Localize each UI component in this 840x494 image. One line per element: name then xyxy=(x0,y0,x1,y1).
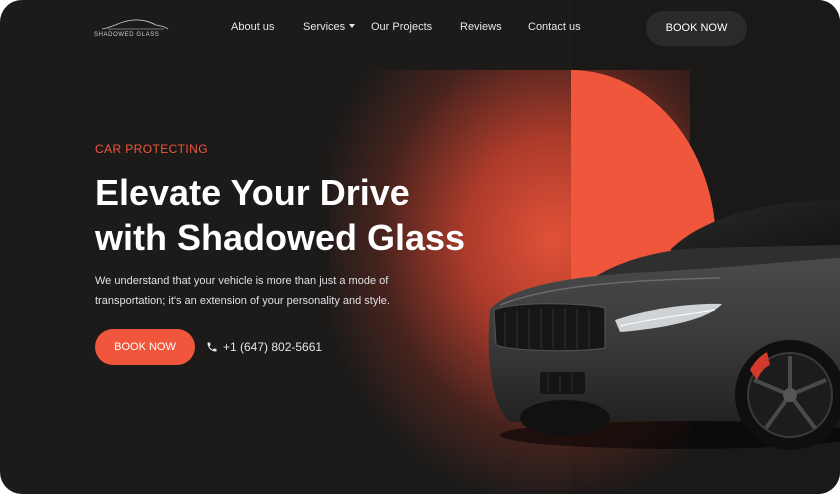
hero-section: SHADOWED GLASS About us Services Our Pro… xyxy=(0,0,840,494)
nav-label: About us xyxy=(231,21,275,33)
hero-description: We understand that your vehicle is more … xyxy=(95,271,435,311)
logo-text: SHADOWED GLASS xyxy=(94,32,160,38)
header-book-now-button[interactable]: BOOK NOW xyxy=(646,11,747,46)
nav-services[interactable]: Services xyxy=(303,21,356,37)
hero-eyebrow: CAR PROTECTING xyxy=(95,142,208,156)
headline-line: Elevate Your Drive xyxy=(95,172,410,213)
logo[interactable]: SHADOWED GLASS xyxy=(94,17,174,43)
nav-label: Reviews xyxy=(460,21,502,33)
headline-line: with Shadowed Glass xyxy=(95,217,466,258)
hero-headline: Elevate Your Drive with Shadowed Glass xyxy=(95,170,525,260)
car-image xyxy=(488,200,840,450)
nav-about-us[interactable]: About us xyxy=(231,21,274,37)
nav-reviews[interactable]: Reviews xyxy=(460,21,502,37)
nav-label: Services xyxy=(303,21,346,33)
description-line: We understand that your vehicle is more … xyxy=(95,275,389,287)
description-line: transportation; it's an extension of you… xyxy=(95,295,390,307)
hero-book-now-button[interactable]: BOOK NOW xyxy=(95,329,195,365)
car-logo-icon xyxy=(101,19,169,30)
nav-label: Our Projects xyxy=(371,21,433,33)
chevron-down-icon xyxy=(349,24,356,28)
phone-icon xyxy=(207,342,217,352)
nav-contact-us[interactable]: Contact us xyxy=(528,21,581,37)
nav-our-projects[interactable]: Our Projects xyxy=(371,21,432,37)
nav-label: Contact us xyxy=(528,21,581,33)
phone-link[interactable]: +1 (647) 802-5661 xyxy=(206,340,322,356)
phone-number: +1 (647) 802-5661 xyxy=(223,340,323,354)
